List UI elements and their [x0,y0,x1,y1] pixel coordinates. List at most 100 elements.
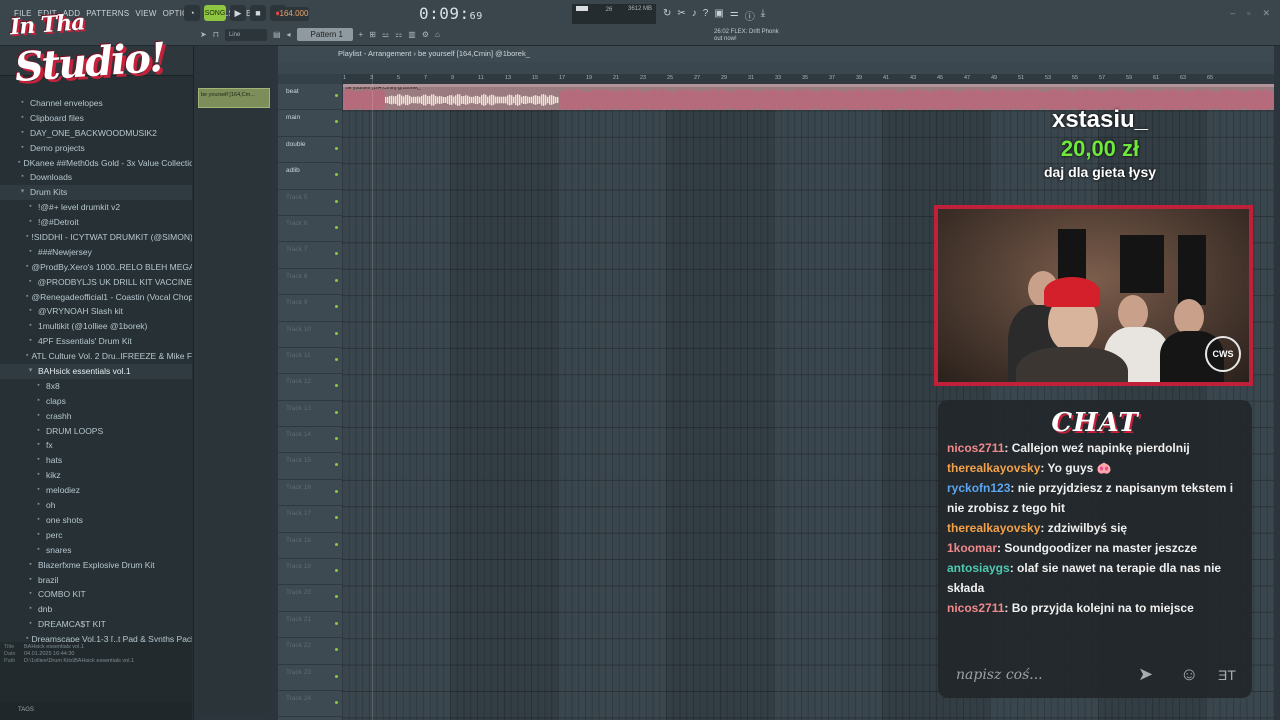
track-mute-led[interactable] [335,489,338,493]
chat-username[interactable]: nicos2711 [947,441,1004,455]
browser-item[interactable]: ▪ 8x8 [0,379,192,394]
browser-item[interactable]: ▾ Drum Kits [0,185,192,201]
track-header[interactable]: Track 17 [278,506,342,533]
track-header[interactable]: Track 22 [278,638,342,665]
snap-select[interactable]: Line [224,28,267,41]
mixer-icon[interactable]: ⚌ [730,8,739,23]
track-mute-led[interactable] [335,94,338,97]
track-header[interactable]: Track 5 [278,190,342,216]
close-icon[interactable]: ✕ [1262,8,1270,19]
track-header[interactable]: Track 21 [278,612,342,639]
track-mute-led[interactable] [335,331,338,335]
browser-item[interactable]: ▪ @ProdBy.Xero's 1000..RELO BLEH MEGA KIT [0,260,192,275]
browser-item[interactable]: ▪ DREAMCA$T KIT [0,617,192,632]
pat-song-toggle[interactable]: SONG [204,5,226,21]
browser-item[interactable]: ▪ Blazerfxme Explosive Drum Kit [0,558,192,573]
track-header[interactable]: Track 16 [278,480,342,507]
track-mute-led[interactable] [335,252,338,256]
browser-item[interactable]: ▪ claps [0,394,192,409]
play-icon[interactable]: ▶ [230,5,246,21]
track-mute-led[interactable] [335,621,338,625]
track-mute-led[interactable] [335,305,338,309]
track-mute-led[interactable] [335,410,338,414]
grid-icon[interactable]: ⊞ [369,30,376,39]
chat-username[interactable]: therealkayovsky [947,521,1040,535]
browser-item[interactable]: ▪ kikz [0,468,192,483]
browser-item[interactable]: ▪ ###Newjersey [0,245,192,260]
track-mute-led[interactable] [335,595,338,599]
browser-item[interactable]: ▪ one shots [0,513,192,528]
help-icon[interactable]: ? [703,8,709,23]
track-header[interactable]: Track 10 [278,322,342,348]
track-header[interactable]: Track 13 [278,401,342,428]
browser-item[interactable]: ▪ @Renegadeofficial1 - Coastin (Vocal Cho… [0,290,192,305]
track-header[interactable]: beat [278,84,342,111]
track-mute-led[interactable] [335,542,338,546]
browser-item[interactable]: ▪ ATL Culture Vol. 2 Dru..IFREEZE & Mike … [0,349,192,364]
mixer-icon[interactable]: ⚍ [382,30,389,39]
browser-item[interactable]: ▪ crashh [0,409,192,424]
piano-icon[interactable]: ▥ [408,30,416,39]
chat-username[interactable]: 1koomar [947,541,997,555]
track-header[interactable]: Track 15 [278,453,342,480]
browser-item[interactable]: ▪ DKanee ##Meth0ds Gold - 3x Value Collec… [0,156,192,171]
save-icon[interactable]: ▣ [714,8,723,23]
browser-item[interactable]: ▪ snares [0,543,192,558]
track-header[interactable]: Track 12 [278,374,342,401]
track-mute-led[interactable] [335,648,338,652]
browser-item[interactable]: ▪ brazil [0,573,192,588]
chat-input[interactable]: napisz coś... ➤ ☺ ƎT [946,662,1246,688]
plugin-icon[interactable]: ⚙ [422,30,429,39]
refresh-icon[interactable]: ↻ [663,8,671,23]
track-header[interactable]: Track 18 [278,533,342,560]
tags-bar[interactable]: TAGS [0,702,192,720]
magnet-icon[interactable]: ⊓ [213,30,219,39]
track-mute-led[interactable] [335,700,338,704]
plus-icon[interactable]: + [359,30,364,39]
timeline-ruler[interactable]: 1 3 5 7 9 11 13 15 17 19 21 23 25 27 29 31 33 35 37 39 41 43 4… [342,74,1274,84]
track-header[interactable]: double [278,137,342,164]
browser-item[interactable]: ▪ Clipboard files [0,111,192,126]
track-header[interactable]: Track 11 [278,348,342,375]
track-mute-led[interactable] [335,278,338,282]
track-header[interactable]: Track 7 [278,242,342,269]
track-mute-led[interactable] [335,516,338,520]
browser-item[interactable]: ▪ dnb [0,602,192,617]
browser-item[interactable]: ▪ !@#+ level drumkit v2 [0,200,192,215]
prev-icon[interactable]: ◂ [287,30,291,39]
browser-item[interactable]: ▪ melodiez [0,483,192,498]
minimize-icon[interactable]: – [1230,8,1235,19]
track-mute-led[interactable] [335,569,338,573]
browser-item[interactable]: ▪ 1multikit (@1olliee @1borek) [0,319,192,334]
send-icon[interactable]: ➤ [1138,664,1153,685]
download-icon[interactable]: ⤓ [761,8,765,23]
chat-username[interactable]: nicos2711 [947,601,1004,615]
track-mute-led[interactable] [335,463,338,467]
maximize-icon[interactable]: ▫ [1247,8,1250,19]
track-header[interactable]: Track 8 [278,269,342,296]
track-header[interactable]: adlib [278,163,342,190]
news-ticker[interactable]: 26:02 FLEX: Drift Phonk out now! [714,29,779,43]
browser-item[interactable]: ▪ Downloads [0,170,192,185]
pattern-select[interactable]: Pattern 1 [296,28,353,41]
channel-rack-icon[interactable]: ⚏ [395,30,402,39]
browser-item[interactable]: ▪ @VRYNOAH Slash kit [0,304,192,319]
track-header[interactable]: Track 9 [278,295,342,322]
step-icon[interactable]: ▤ [273,30,281,39]
browser-item[interactable]: ▪ COMBO KIT [0,587,192,602]
browser-item[interactable]: ▾ BAHsick essentials vol.1 [0,364,192,379]
emoji-icon[interactable]: ☺ [1180,664,1198,685]
chat-username[interactable]: ryckofn123 [947,481,1010,495]
pattern-item[interactable]: be yourself [164,Cm... [198,88,270,108]
timer-icon[interactable]: ◔ [184,5,200,21]
track-mute-led[interactable] [335,120,338,124]
track-mute-led[interactable] [335,146,338,150]
track-header[interactable]: Track 24 [278,691,342,718]
track-mute-led[interactable] [335,674,338,678]
chat-username[interactable]: therealkayovsky [947,461,1040,475]
track-header[interactable]: Track 19 [278,559,342,586]
browser-item[interactable]: ▪ @PRODBYLJS UK DRILL KIT VACCINE [0,275,192,290]
track-mute-led[interactable] [335,437,338,441]
browser-item[interactable]: ▪ !SIDDHI - ICYTWAT DRUMKIT (@SIMON) [0,230,192,245]
browser-item[interactable]: ▪ fx [0,438,192,453]
